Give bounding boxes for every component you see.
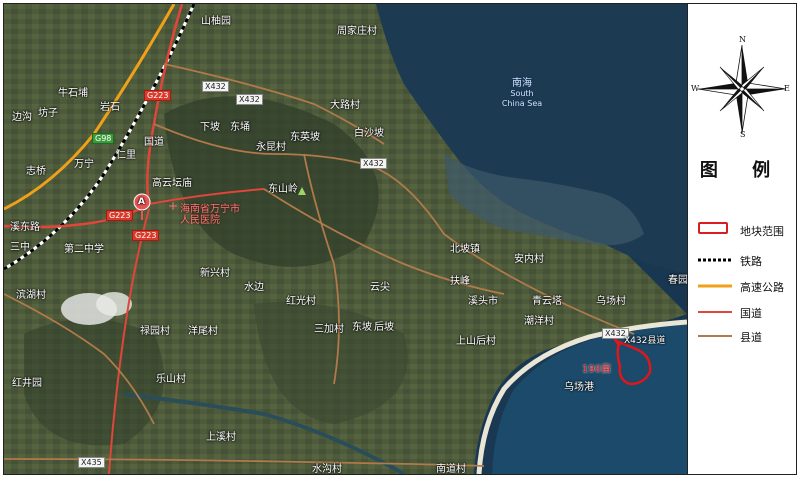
national-road-symbol [698,311,732,313]
legend-label: 铁路 [740,255,762,268]
place-label: 红井园 [12,378,42,389]
place-label: 坊子 [38,108,58,119]
place-label: 红光村 [286,296,316,307]
place-label: 北坡镇 [450,244,480,255]
place-label: 三中 [10,242,30,253]
place-label: 白沙坡 [354,128,384,139]
satellite-map[interactable]: + 南海 South China Sea A 海南省万宁市人民医院 X432 X… [4,4,688,474]
compass-rose-icon [697,44,787,134]
expressway-symbol [698,284,732,288]
legend-item-national-road: 国道 [698,302,794,322]
place-label: 乌场港 [564,382,594,393]
place-label: 国道 [144,137,164,148]
road-shield: X432县道 [624,336,666,346]
place-label: 溪头市 [468,296,498,307]
legend-title: 图 例 [699,160,785,181]
place-label: 大路村 [330,100,360,111]
road-shield: G223 [106,210,134,221]
place-label: 后坡 [374,322,394,333]
legend-label: 县道 [740,331,762,344]
compass-west: W [691,84,700,93]
place-label: 乌场村 [596,296,626,307]
place-label: 春园 [668,275,688,286]
road-shield: X435 [78,457,105,468]
place-label: 青云塔 [532,296,562,307]
place-label: 溪东路 [10,222,40,233]
legend-item-plot: 地块范围 [698,220,794,240]
legend-item-railway: 铁路 [698,250,794,270]
road-shield: G98 [92,133,115,144]
road-shield: G223 [144,90,172,101]
county-road-symbol [698,335,732,337]
road-shield: G223 [132,230,160,241]
place-label: 乐山村 [156,374,186,385]
marker-letter: A [138,197,145,207]
place-label: 上山后村 [456,336,496,347]
place-label: 上溪村 [206,432,236,443]
compass-east: E [784,84,790,93]
railway-symbol [698,258,732,262]
place-label: 东埇 [230,122,250,133]
place-label: 志桥 [26,166,46,177]
place-label: 东山岭 [268,184,298,195]
place-label: 仁里 [116,150,136,161]
road-shield: X432 [236,94,263,105]
place-label: 东英坡 [290,132,320,143]
compass-north: N [739,35,746,44]
place-label: 下坡 [200,122,220,133]
place-label: 扶峰 [450,276,470,287]
legend-label: 国道 [740,307,762,320]
place-label: 永昆村 [256,142,286,153]
road-shield: X432 [202,81,229,92]
legend-item-expressway: 高速公路 [698,276,794,296]
place-label: 东坡 [352,322,372,333]
compass-south: S [740,130,746,139]
place-label: 滨湖村 [16,290,46,301]
place-label: 山柚园 [201,16,231,27]
place-label: 岩石 [100,102,120,113]
legend-label: 高速公路 [740,281,784,294]
svg-text:+: + [168,199,178,213]
place-label: 第二中学 [64,244,104,255]
plot-boundary-symbol [698,222,728,234]
place-label: 三加村 [314,324,344,335]
hospital-label: 海南省万宁市人民医院 [180,204,240,226]
place-label: 水边 [244,282,264,293]
place-label: 潮洋村 [524,316,554,327]
place-label: 新兴村 [200,268,230,279]
place-label: 周家庄村 [337,26,377,37]
site-label: 190亩 [582,364,612,375]
place-label: 安内村 [514,254,544,265]
place-label: 南道村 [436,464,466,474]
place-label: 云尖 [370,282,390,293]
map-figure: + 南海 South China Sea A 海南省万宁市人民医院 X432 X… [3,3,797,475]
legend-label: 地块范围 [740,225,784,238]
place-label: 边沟 [12,112,32,123]
place-label: 高云坛庙 [152,178,192,189]
sea-name: 南海 South China Sea [501,78,543,109]
legend-panel: N S E W 图 例 地块范围 铁路 高速公路 国道 县道 [688,4,796,474]
map-canvas: + [4,4,687,474]
place-label: 万宁 [74,159,94,170]
place-label: 禄园村 [140,326,170,337]
road-shield: X432 [360,158,387,169]
place-label: 洋尾村 [188,326,218,337]
legend-item-county-road: 县道 [698,326,794,346]
place-label: 牛石埔 [58,88,88,99]
place-label: 水沟村 [312,464,342,474]
